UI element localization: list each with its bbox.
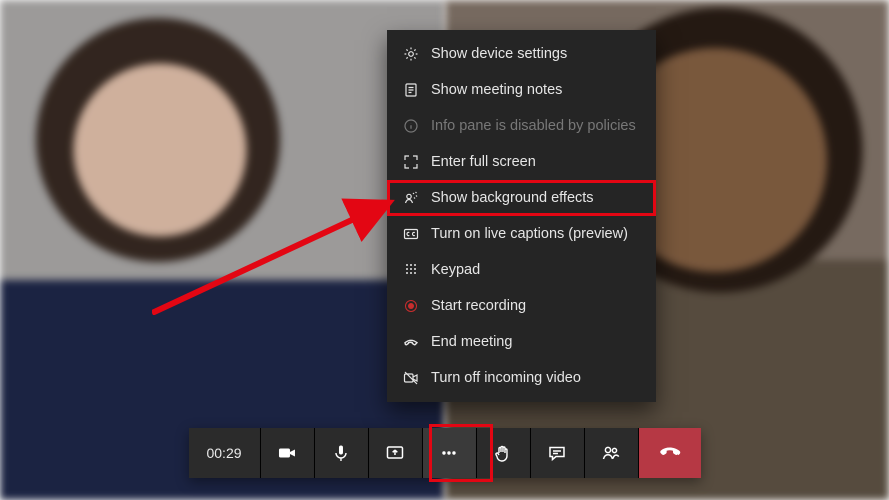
more-actions-menu: Show device settings Show meeting notes … [387,30,656,402]
menu-item-meeting-notes[interactable]: Show meeting notes [387,72,656,108]
gear-icon [403,46,419,62]
menu-item-device-settings[interactable]: Show device settings [387,36,656,72]
hang-up-button[interactable] [639,428,701,478]
menu-item-turn-off-incoming-video[interactable]: Turn off incoming video [387,360,656,396]
share-screen-button[interactable] [369,428,423,478]
menu-item-label: Keypad [431,262,480,278]
menu-item-label: Turn on live captions (preview) [431,226,628,242]
info-icon [403,118,419,134]
camera-button[interactable] [261,428,315,478]
menu-item-live-captions[interactable]: Turn on live captions (preview) [387,216,656,252]
record-icon [403,298,419,314]
incoming-video-off-icon [403,370,419,386]
more-actions-button[interactable] [423,428,477,478]
participant-video-1 [0,0,445,500]
menu-item-info-disabled: Info pane is disabled by policies [387,108,656,144]
meeting-toolbar: 00:29 [188,428,700,478]
end-meeting-icon [403,334,419,350]
call-timer: 00:29 [188,428,260,478]
menu-item-label: Show device settings [431,46,567,62]
participants-button[interactable] [585,428,639,478]
menu-item-label: Enter full screen [431,154,536,170]
menu-item-label: Info pane is disabled by policies [431,118,636,134]
menu-item-label: Show background effects [431,190,594,206]
keypad-icon [403,262,419,278]
menu-item-background-effects[interactable]: Show background effects [387,180,656,216]
menu-item-fullscreen[interactable]: Enter full screen [387,144,656,180]
menu-item-end-meeting[interactable]: End meeting [387,324,656,360]
raise-hand-button[interactable] [477,428,531,478]
menu-item-start-recording[interactable]: Start recording [387,288,656,324]
menu-item-keypad[interactable]: Keypad [387,252,656,288]
menu-item-label: Start recording [431,298,526,314]
menu-item-label: Turn off incoming video [431,370,581,386]
menu-item-label: Show meeting notes [431,82,562,98]
notes-icon [403,82,419,98]
chat-button[interactable] [531,428,585,478]
mic-button[interactable] [315,428,369,478]
captions-icon [403,226,419,242]
menu-item-label: End meeting [431,334,512,350]
fullscreen-icon [403,154,419,170]
background-effects-icon [403,190,419,206]
